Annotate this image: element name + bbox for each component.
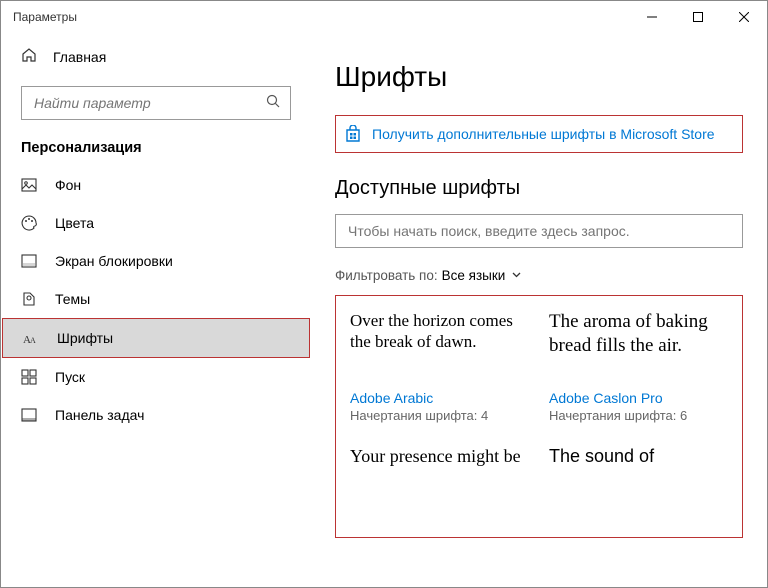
section-header: Персонализация bbox=[1, 138, 311, 166]
fonts-icon: AA bbox=[23, 330, 41, 346]
font-sample: The aroma of baking bread fills the air. bbox=[549, 310, 728, 388]
maximize-button[interactable] bbox=[675, 1, 721, 33]
page-title: Шрифты bbox=[335, 61, 743, 93]
picture-icon bbox=[21, 177, 39, 193]
window-title: Параметры bbox=[13, 10, 77, 24]
font-name: Adobe Caslon Pro bbox=[549, 390, 728, 406]
close-button[interactable] bbox=[721, 1, 767, 33]
filter-row: Фильтровать по: Все языки bbox=[335, 268, 743, 283]
font-search-input[interactable] bbox=[335, 214, 743, 248]
sidebar-item-background[interactable]: Фон bbox=[1, 166, 311, 204]
search-icon bbox=[266, 94, 281, 112]
window-controls bbox=[629, 1, 767, 33]
filter-value: Все языки bbox=[442, 268, 506, 283]
taskbar-icon bbox=[21, 407, 39, 423]
sidebar-item-lockscreen[interactable]: Экран блокировки bbox=[1, 242, 311, 280]
font-sample: Over the horizon comes the break of dawn… bbox=[350, 310, 529, 388]
sidebar: Главная Персонализация Фон Цвета Экран б… bbox=[1, 33, 311, 587]
home-button[interactable]: Главная bbox=[1, 37, 311, 76]
close-icon bbox=[739, 12, 749, 22]
font-card[interactable]: The aroma of baking bread fills the air.… bbox=[539, 304, 738, 439]
minimize-icon bbox=[647, 12, 657, 22]
search-container bbox=[21, 86, 291, 120]
sidebar-item-label: Фон bbox=[55, 177, 81, 193]
font-card[interactable]: The sound of bbox=[539, 439, 738, 537]
minimize-button[interactable] bbox=[629, 1, 675, 33]
font-card[interactable]: Over the horizon comes the break of dawn… bbox=[340, 304, 539, 439]
sidebar-item-label: Панель задач bbox=[55, 407, 144, 423]
sidebar-item-label: Пуск bbox=[55, 369, 85, 385]
font-sample: The sound of bbox=[549, 445, 728, 523]
themes-icon bbox=[21, 291, 39, 307]
font-grid: Over the horizon comes the break of dawn… bbox=[335, 295, 743, 538]
store-icon bbox=[344, 125, 362, 143]
sidebar-item-start[interactable]: Пуск bbox=[1, 358, 311, 396]
lockscreen-icon bbox=[21, 253, 39, 269]
sidebar-item-label: Цвета bbox=[55, 215, 94, 231]
home-icon bbox=[21, 47, 39, 66]
sidebar-item-themes[interactable]: Темы bbox=[1, 280, 311, 318]
maximize-icon bbox=[693, 12, 703, 22]
filter-label: Фильтровать по: bbox=[335, 268, 438, 283]
font-faces: Начертания шрифта: 6 bbox=[549, 408, 728, 425]
font-faces: Начертания шрифта: 4 bbox=[350, 408, 529, 425]
main-content: Шрифты Получить дополнительные шрифты в … bbox=[311, 33, 767, 587]
sidebar-item-fonts[interactable]: AA Шрифты bbox=[2, 318, 310, 358]
sidebar-item-label: Темы bbox=[55, 291, 90, 307]
store-link-text[interactable]: Получить дополнительные шрифты в Microso… bbox=[372, 126, 715, 142]
palette-icon bbox=[21, 215, 39, 231]
sidebar-item-label: Шрифты bbox=[57, 330, 113, 346]
font-card[interactable]: Your presence might be bbox=[340, 439, 539, 537]
start-icon bbox=[21, 369, 39, 385]
home-label: Главная bbox=[53, 49, 106, 65]
titlebar: Параметры bbox=[1, 1, 767, 33]
sidebar-item-label: Экран блокировки bbox=[55, 253, 173, 269]
font-sample: Your presence might be bbox=[350, 445, 529, 523]
sidebar-item-colors[interactable]: Цвета bbox=[1, 204, 311, 242]
sidebar-item-taskbar[interactable]: Панель задач bbox=[1, 396, 311, 434]
store-link-box[interactable]: Получить дополнительные шрифты в Microso… bbox=[335, 115, 743, 153]
font-name: Adobe Arabic bbox=[350, 390, 529, 406]
search-input[interactable] bbox=[21, 86, 291, 120]
svg-text:A: A bbox=[30, 336, 36, 345]
available-fonts-heading: Доступные шрифты bbox=[335, 177, 743, 200]
chevron-down-icon bbox=[511, 268, 522, 283]
filter-dropdown[interactable]: Все языки bbox=[442, 268, 523, 283]
